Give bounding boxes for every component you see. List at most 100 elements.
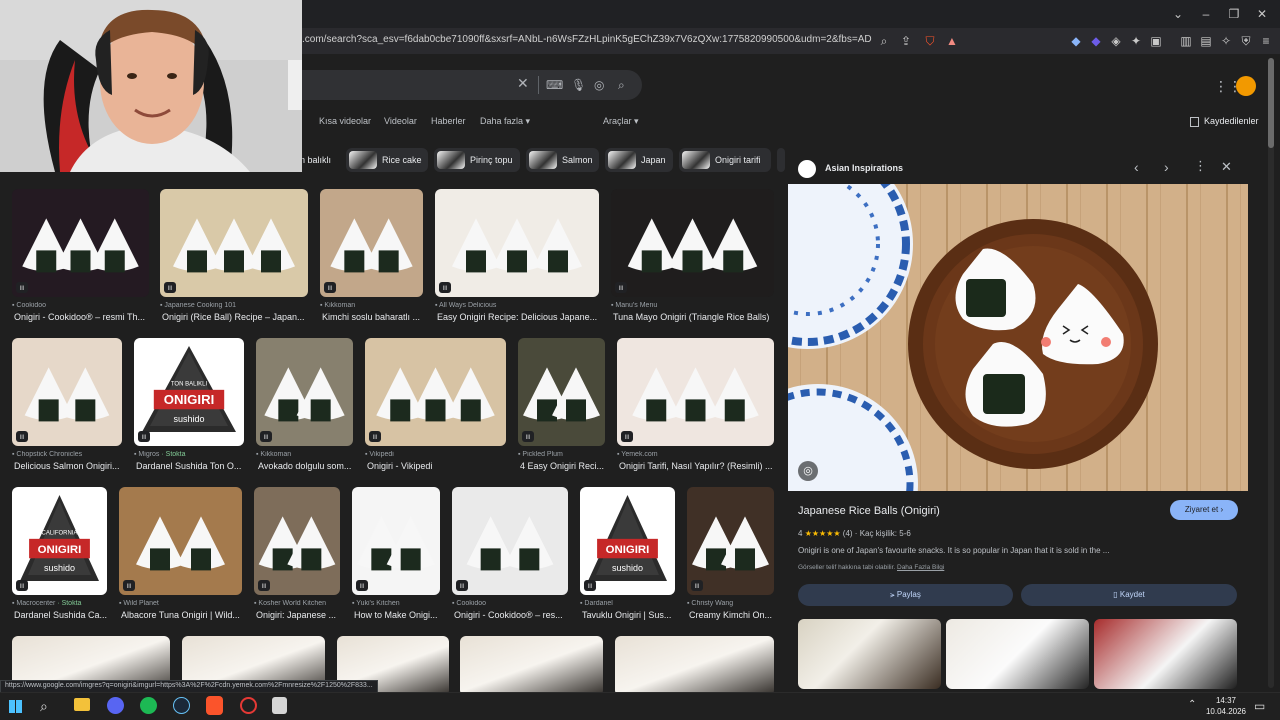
related-image[interactable] [946,619,1089,689]
result-title[interactable]: Onigiri - Vikipedi [367,461,520,471]
keyboard-icon[interactable]: ⌨ [546,78,563,92]
result-source[interactable]: ▪ Chopstick Chronicles [12,451,132,458]
menu-icon[interactable]: ≡ [1258,33,1274,49]
result-source[interactable]: ▪ Manu's Menu [611,302,784,309]
clock-date[interactable]: 10.04.2026 [1202,707,1250,716]
url-field[interactable]: .com/search?sca_esv=f6dab0cbe71090ff&sxs… [302,34,872,45]
chip-more[interactable] [777,148,785,172]
result-image[interactable]: ıı [687,487,774,595]
result-title[interactable]: Onigiri - Cookidoo® – resmi Th... [14,312,163,322]
result-image[interactable] [460,636,603,692]
brave-shield-icon[interactable]: ⛉ [922,33,938,49]
chip-onigiri-recipe[interactable]: Onigiri tarifi [679,148,771,172]
related-image[interactable] [798,619,941,689]
visit-button[interactable]: Ziyaret et › [1170,500,1238,520]
related-image[interactable] [1094,619,1237,689]
page-scrollbar[interactable] [1268,58,1274,688]
result-title[interactable]: Dardanel Sushida Ton O... [136,461,258,471]
result-title[interactable]: 4 Easy Onigiri Reci... [520,461,619,471]
result-title[interactable]: Onigiri - Cookidoo® – res... [454,610,582,620]
extension-3-icon[interactable]: ◈ [1108,33,1124,49]
prev-icon[interactable]: ‹ [1134,159,1139,175]
share-button[interactable]: ⪫ Paylaş [798,584,1013,606]
result-image[interactable]: ıı [256,338,353,446]
recording-app-icon[interactable] [240,697,257,714]
discord-icon[interactable] [107,697,124,714]
result-title[interactable]: How to Make Onigi... [354,610,454,620]
result-title[interactable]: Tuna Mayo Onigiri (Triangle Rice Balls) [613,312,788,322]
more-options-icon[interactable]: ⋮ [1194,158,1207,174]
result-title[interactable]: Albacore Tuna Onigiri | Wild... [121,610,256,620]
panel-source[interactable]: Asian Inspirations [825,163,903,173]
extension-2-icon[interactable]: ◆ [1088,33,1104,49]
clear-icon[interactable]: ✕ [517,76,529,90]
result-title[interactable]: Avokado dolgulu som... [258,461,367,471]
tab-more[interactable]: Daha fazla ▾ [480,116,530,127]
result-image[interactable]: ıı [12,189,149,297]
result-image[interactable]: ıı [452,487,568,595]
brave-icon[interactable] [206,696,223,715]
saved-link[interactable]: Kaydedilenler [1204,116,1259,126]
result-image[interactable]: ıı [254,487,340,595]
close-panel-icon[interactable]: ✕ [1221,159,1232,175]
result-image[interactable]: ıı [160,189,308,297]
result-title[interactable]: Tavuklu Onigiri | Sus... [582,610,689,620]
lens-icon[interactable]: ◎ [594,78,604,92]
app-icon[interactable] [272,697,287,714]
result-image[interactable]: ıı [617,338,774,446]
result-image[interactable]: TON BALIKLI ONIGIRI sushido ıı [134,338,244,446]
result-source[interactable]: ▪ Migros · Stokta [134,451,254,458]
avatar[interactable] [1236,76,1256,96]
chip-fish[interactable]: n balıklı [300,148,340,172]
tab-videos[interactable]: Videolar [384,116,417,126]
result-title[interactable]: Onigiri Tarifi, Nasıl Yapılır? (Resimli)… [619,461,788,471]
microphone-icon[interactable]: 🎙 [571,78,586,92]
result-image[interactable]: ıı [320,189,423,297]
tab-short-videos[interactable]: Kısa videolar [319,116,371,126]
result-image[interactable]: ONIGIRI sushido ıı [580,487,675,595]
start-icon[interactable] [9,700,22,713]
result-image[interactable]: ıı [352,487,440,595]
search-icon[interactable]: ⌕ [618,78,625,92]
result-image[interactable]: CALIFORNIA ONIGIRI sushido ıı [12,487,107,595]
result-title[interactable]: Easy Onigiri Recipe: Delicious Japane... [437,312,613,322]
result-source[interactable]: ▪ Cookidoo [452,600,578,607]
minimize-icon[interactable]: – [1198,6,1214,22]
result-title[interactable]: Dardanel Sushida Ca... [14,610,121,620]
spotify-icon[interactable] [140,697,157,714]
result-source[interactable]: ▪ Yuki's Kitchen [352,600,450,607]
result-source[interactable]: ▪ Kosher World Kitchen [254,600,350,607]
result-title[interactable]: Onigiri: Japanese ... [256,610,354,620]
tab-icon[interactable]: ▣ [1148,33,1164,49]
leo-icon[interactable]: ✧ [1218,33,1234,49]
result-title[interactable]: Onigiri (Rice Ball) Recipe – Japan... [162,312,322,322]
result-source[interactable]: ▪ Pickled Plum [518,451,615,458]
result-source[interactable]: ▪ Kikkoman [256,451,363,458]
file-explorer-icon[interactable] [74,698,90,711]
result-source[interactable]: ▪ Dardanel [580,600,685,607]
result-image[interactable]: ıı [119,487,242,595]
result-title[interactable]: Kimchi soslu baharatlı ... [322,312,437,322]
result-title[interactable]: Creamy Kimchi On... [689,610,788,620]
rewards-icon[interactable]: ▲ [944,33,960,49]
result-source[interactable]: ▪ Kikkoman [320,302,433,309]
result-image[interactable]: ıı [435,189,599,297]
clock-time[interactable]: 14:37 [1206,696,1246,705]
maximize-icon[interactable]: ❐ [1226,6,1242,22]
scrollbar-thumb[interactable] [1268,58,1274,148]
preview-image[interactable]: ◎ [788,184,1248,491]
result-image[interactable]: ıı [12,338,122,446]
notification-icon[interactable]: ▭ [1254,699,1265,713]
extensions-icon[interactable]: ✦ [1128,33,1144,49]
panel-title[interactable]: Japanese Rice Balls (Onigiri) [798,505,940,517]
result-source[interactable]: ▪ Christy Wang [687,600,784,607]
result-source[interactable]: ▪ Macrocenter · Stokta [12,600,117,607]
result-image[interactable]: ıı [365,338,506,446]
lens-search-icon[interactable]: ◎ [798,461,818,481]
result-source[interactable]: ▪ Vikipedi [365,451,516,458]
result-source[interactable]: ▪ All Ways Delicious [435,302,609,309]
close-window-icon[interactable]: ✕ [1254,6,1270,22]
chip-salmon[interactable]: Salmon [526,148,599,172]
save-button[interactable]: ▯ Kaydet [1021,584,1237,606]
learn-more-link[interactable]: Daha Fazla Bilgi [897,564,944,571]
